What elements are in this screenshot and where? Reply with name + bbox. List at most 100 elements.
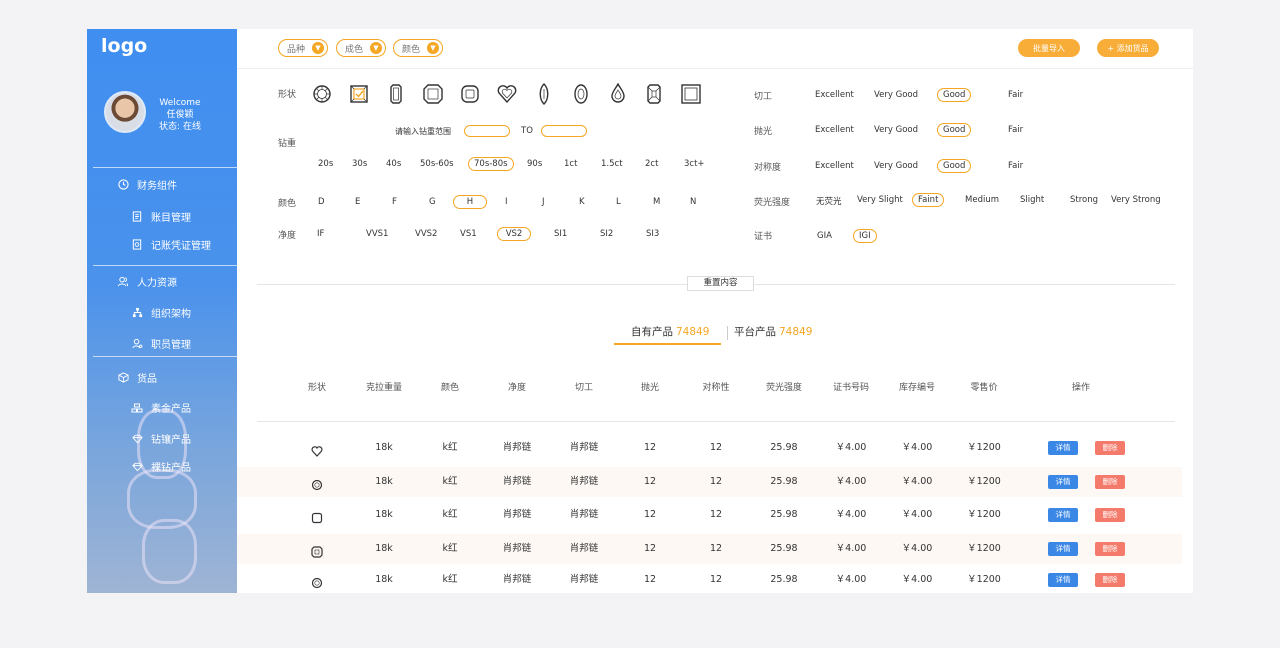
color-option-8[interactable]: L (616, 197, 621, 207)
clarity-option-4[interactable]: VS2 (497, 227, 531, 241)
color-option-2[interactable]: F (392, 197, 397, 207)
fluor-option-0[interactable]: 无荧光 (816, 195, 842, 207)
fluor-option-6[interactable]: Very Strong (1111, 195, 1161, 205)
variety-select[interactable]: 品种 ▼ (278, 39, 328, 57)
nav-item-gold[interactable]: 素金产品 (131, 400, 191, 415)
emerald-shape-icon[interactable] (385, 83, 407, 105)
tab-own-products[interactable]: 自有产品 74849 (631, 324, 709, 339)
nav-group-finance[interactable]: 财务组件 (117, 177, 177, 192)
grade-option-2-1[interactable]: Very Good (874, 161, 918, 171)
color-option-5[interactable]: I (505, 197, 508, 207)
batch-import-button[interactable]: 批量导入 (1018, 39, 1080, 57)
fineness-select[interactable]: 成色 ▼ (336, 39, 386, 57)
grade-option-2-3[interactable]: Fair (1008, 161, 1023, 171)
clarity-option-3[interactable]: VS1 (460, 229, 477, 239)
carat-option-5[interactable]: 90s (527, 159, 542, 169)
clarity-option-1[interactable]: VVS1 (366, 229, 388, 239)
logo[interactable]: logo (101, 35, 147, 57)
nav-item-vouchers[interactable]: 记账凭证管理 (131, 237, 211, 252)
cert-option-1[interactable]: IGI (853, 229, 877, 243)
fluor-option-3[interactable]: Medium (965, 195, 999, 205)
grade-option-0-3[interactable]: Fair (1008, 90, 1023, 100)
carat-option-3[interactable]: 50s-60s (420, 159, 454, 169)
grade-option-2-2[interactable]: Good (937, 159, 972, 173)
carat-option-7[interactable]: 1.5ct (601, 159, 623, 169)
carat-max-input[interactable] (541, 125, 587, 137)
delete-button[interactable]: 删除 (1095, 441, 1125, 455)
delete-button[interactable]: 删除 (1095, 542, 1125, 556)
detail-button[interactable]: 详情 (1048, 441, 1078, 455)
grade-option-2-0[interactable]: Excellent (815, 161, 854, 171)
cell-fluor: 25.98 (770, 442, 798, 453)
nav-item-loose-diamond[interactable]: 裸钻产品 (131, 459, 191, 474)
nav-item-accounts[interactable]: 账目管理 (131, 209, 191, 224)
grade-option-0-1[interactable]: Very Good (874, 90, 918, 100)
carat-option-9[interactable]: 3ct+ (684, 159, 705, 169)
cell-stock: ￥4.00 (901, 543, 933, 554)
detail-button[interactable]: 详情 (1048, 542, 1078, 556)
clarity-option-5[interactable]: SI1 (554, 229, 567, 239)
cushion-shape-icon[interactable] (459, 83, 481, 105)
princess-shape-icon[interactable] (348, 83, 370, 105)
asscher-shape-icon[interactable] (422, 83, 444, 105)
grade-option-0-0[interactable]: Excellent (815, 90, 854, 100)
oval-shape-icon[interactable] (570, 83, 592, 105)
clarity-option-6[interactable]: SI2 (600, 229, 613, 239)
round-shape-icon[interactable] (311, 83, 333, 105)
color-option-9[interactable]: M (653, 197, 660, 207)
cert-option-0[interactable]: GIA (817, 231, 832, 241)
detail-button[interactable]: 详情 (1048, 475, 1078, 489)
radiant-shape-icon[interactable] (643, 83, 665, 105)
carat-option-2[interactable]: 40s (386, 159, 401, 169)
grade-option-0-2[interactable]: Good (937, 88, 972, 102)
nav-item-org[interactable]: 组织架构 (131, 305, 191, 320)
delete-button[interactable]: 删除 (1095, 573, 1125, 587)
grade-option-1-0[interactable]: Excellent (815, 125, 854, 135)
column-header: 颜色 (440, 383, 459, 393)
carat-option-1[interactable]: 30s (352, 159, 367, 169)
delete-button[interactable]: 删除 (1095, 475, 1125, 489)
carat-option-4[interactable]: 70s-80s (468, 157, 514, 171)
pear-shape-icon[interactable] (607, 82, 629, 105)
grade-option-1-1[interactable]: Very Good (874, 125, 918, 135)
color-option-7[interactable]: K (579, 197, 585, 207)
carat-option-8[interactable]: 2ct (645, 159, 658, 169)
color-select[interactable]: 颜色 ▼ (393, 39, 443, 57)
nav-item-inlaid[interactable]: 钻镶产品 (131, 431, 191, 446)
nav-item-label: 组织架构 (151, 309, 191, 320)
nav-group-goods[interactable]: 货品 (117, 370, 157, 385)
fluor-option-2[interactable]: Faint (912, 193, 945, 207)
clarity-option-0[interactable]: IF (317, 229, 324, 239)
color-option-6[interactable]: J (542, 197, 545, 207)
marquise-shape-icon[interactable] (533, 83, 555, 105)
carat-option-0[interactable]: 20s (318, 159, 333, 169)
color-option-1[interactable]: E (355, 197, 360, 207)
grade-option-1-3[interactable]: Fair (1008, 125, 1023, 135)
fluor-option-4[interactable]: Slight (1020, 195, 1044, 205)
delete-button[interactable]: 删除 (1095, 508, 1125, 522)
detail-button[interactable]: 详情 (1048, 573, 1078, 587)
color-option-4[interactable]: H (453, 195, 487, 209)
carat-option-6[interactable]: 1ct (564, 159, 577, 169)
color-option-0[interactable]: D (318, 197, 325, 207)
carat-min-input[interactable] (464, 125, 510, 137)
nav-item-staff[interactable]: 职员管理 (131, 336, 191, 351)
reset-button[interactable]: 重置内容 (687, 276, 754, 291)
color-option-3[interactable]: G (429, 197, 436, 207)
tab-platform-products[interactable]: 平台产品 74849 (734, 324, 812, 339)
fluor-option-5[interactable]: Strong (1070, 195, 1098, 205)
fluor-option-1[interactable]: Very Slight (857, 195, 903, 205)
square-shape-icon[interactable] (680, 83, 702, 105)
nav-divider (93, 356, 237, 357)
clarity-option-2[interactable]: VVS2 (415, 229, 437, 239)
cell-polish: 12 (643, 543, 657, 554)
cell-price: ￥1200 (967, 574, 1001, 585)
add-goods-button[interactable]: + 添加货品 (1097, 39, 1159, 57)
heart-shape-icon[interactable] (496, 83, 518, 105)
detail-button[interactable]: 详情 (1048, 508, 1078, 522)
nav-group-hr[interactable]: 人力资源 (117, 274, 177, 289)
clarity-option-7[interactable]: SI3 (646, 229, 659, 239)
avatar[interactable] (104, 91, 146, 133)
grade-option-1-2[interactable]: Good (937, 123, 972, 137)
color-option-10[interactable]: N (690, 197, 696, 207)
